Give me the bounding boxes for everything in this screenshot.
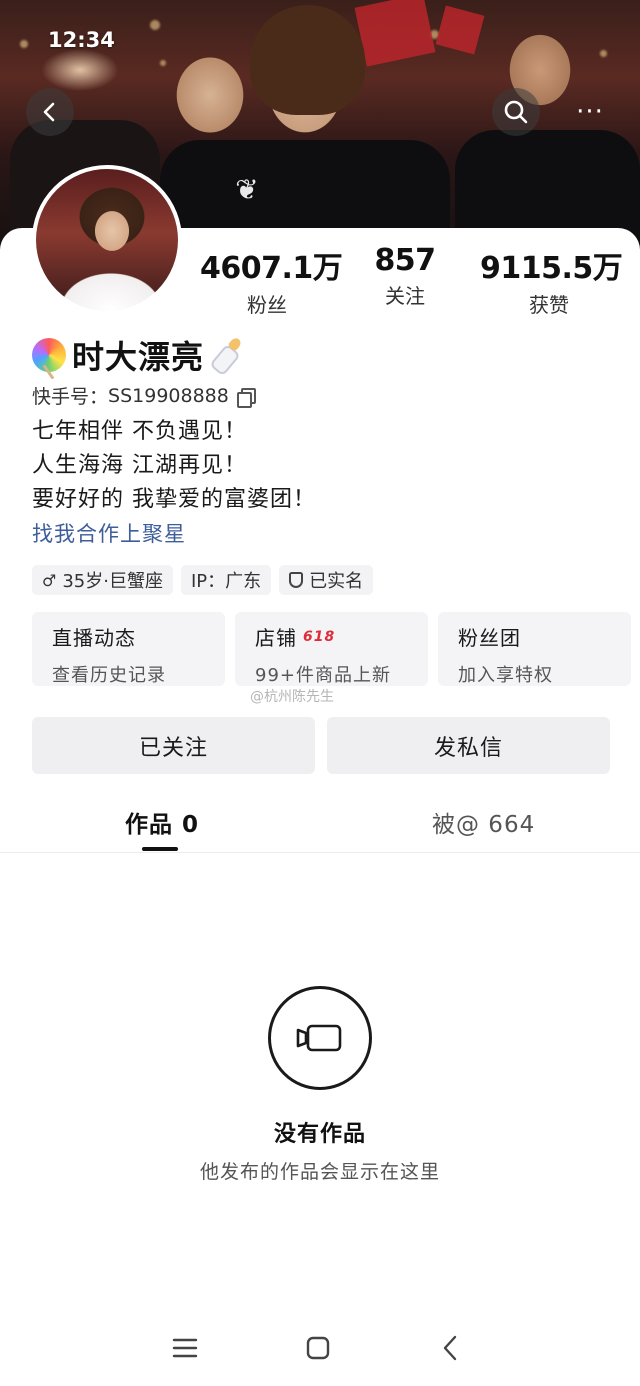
tile-title: 店铺 bbox=[255, 626, 297, 650]
content-tabs: 作品 0 被@ 664 bbox=[0, 795, 640, 853]
butterfly-brooch-icon: ❦ bbox=[235, 173, 259, 206]
tab-mentioned[interactable]: 被@ 664 bbox=[432, 805, 535, 839]
watermark: @杭州陈先生 bbox=[250, 689, 334, 705]
user-id-label: 快手号： bbox=[32, 386, 109, 408]
menu-icon bbox=[172, 1338, 198, 1358]
lollipop-emoji-icon bbox=[32, 338, 66, 372]
stat-following-value: 857 bbox=[374, 243, 436, 278]
bokeh-light bbox=[150, 20, 160, 30]
profile-name-row: 时大漂亮 bbox=[32, 333, 246, 377]
tile-title-row: 店铺 618 bbox=[255, 622, 408, 651]
promo-618-badge: 618 bbox=[303, 628, 336, 645]
stat-fans-label: 粉丝 bbox=[247, 293, 287, 317]
profile-bio: 七年相伴 不负遇见！ 人生海海 江湖再见！ 要好好的 我挚爱的富婆团！ bbox=[32, 415, 316, 517]
stat-likes-value: 9115.5万 bbox=[480, 251, 623, 286]
person-hair bbox=[250, 5, 365, 115]
tile-title: 直播动态 bbox=[52, 626, 136, 650]
more-button[interactable]: ··· bbox=[566, 88, 614, 136]
tag-ip-text: IP：广东 bbox=[190, 571, 262, 592]
bio-line: 七年相伴 不负遇见！ bbox=[32, 419, 247, 444]
bio-line: 人生海海 江湖再见！ bbox=[32, 453, 247, 478]
user-id-value: SS19908888 bbox=[108, 384, 229, 407]
empty-state-icon-circle bbox=[268, 986, 372, 1090]
tile-subtitle: 查看历史记录 bbox=[52, 665, 166, 686]
tab-works[interactable]: 作品 0 bbox=[125, 805, 199, 839]
bokeh-light bbox=[20, 40, 28, 48]
stat-likes-label: 获赞 bbox=[529, 293, 569, 317]
feature-tiles: 直播动态 查看历史记录 店铺 618 99+件商品上新 粉丝团 加入享特权 bbox=[32, 612, 631, 686]
tile-fan-club[interactable]: 粉丝团 加入享特权 bbox=[438, 612, 631, 686]
stat-following-label: 关注 bbox=[385, 284, 425, 308]
profile-tags: ♂ 35岁·巨蟹座 IP：广东 已实名 bbox=[32, 565, 374, 595]
stat-likes[interactable]: 9115.5万 获赞 bbox=[480, 243, 623, 318]
tile-title: 粉丝团 bbox=[458, 626, 521, 650]
business-cooperation-link[interactable]: 找我合作上聚星 bbox=[32, 518, 186, 548]
chevron-left-icon bbox=[43, 102, 55, 122]
tile-live-history[interactable]: 直播动态 查看历史记录 bbox=[32, 612, 225, 686]
stat-fans[interactable]: 4607.1万 粉丝 bbox=[200, 243, 343, 318]
video-camera-icon bbox=[296, 1024, 342, 1052]
nav-back-button[interactable] bbox=[430, 1330, 470, 1366]
tag-verified-text: 已实名 bbox=[309, 571, 364, 592]
user-id-row: 快手号： SS19908888 bbox=[32, 382, 256, 409]
red-flag bbox=[354, 0, 436, 67]
red-flag bbox=[435, 5, 485, 55]
bio-line: 要好好的 我挚爱的富婆团！ bbox=[32, 487, 316, 512]
system-navigation-bar bbox=[0, 1310, 640, 1380]
empty-state-subtitle: 他发布的作品会显示在这里 bbox=[199, 1161, 440, 1183]
tile-subtitle: 加入享特权 bbox=[458, 665, 553, 686]
nav-recent-apps-button[interactable] bbox=[165, 1330, 205, 1366]
stat-fans-value: 4607.1万 bbox=[200, 251, 343, 286]
bokeh-light bbox=[160, 60, 166, 66]
followed-button[interactable]: 已关注 bbox=[32, 717, 315, 774]
avatar[interactable] bbox=[32, 165, 182, 315]
active-tab-indicator bbox=[142, 847, 178, 851]
more-dots-icon: ··· bbox=[576, 97, 604, 127]
stat-following[interactable]: 857 关注 bbox=[360, 243, 450, 309]
profile-stats: 4607.1万 粉丝 857 关注 9115.5万 获赞 bbox=[200, 243, 640, 317]
baby-bottle-emoji-icon bbox=[208, 336, 246, 377]
male-icon: ♂ bbox=[42, 570, 57, 590]
back-button[interactable] bbox=[26, 88, 74, 136]
profile-name: 时大漂亮 bbox=[72, 338, 205, 376]
search-icon bbox=[504, 100, 528, 124]
back-triangle-icon bbox=[443, 1335, 457, 1361]
home-square-icon bbox=[306, 1336, 330, 1360]
send-message-button[interactable]: 发私信 bbox=[327, 717, 610, 774]
tile-subtitle: 99+件商品上新 bbox=[255, 665, 391, 686]
nav-home-button[interactable] bbox=[298, 1330, 338, 1366]
tag-age-sign: ♂ 35岁·巨蟹座 bbox=[32, 565, 173, 595]
copy-icon[interactable] bbox=[236, 387, 256, 408]
tag-ip-location: IP：广东 bbox=[180, 565, 272, 595]
tile-shop[interactable]: 店铺 618 99+件商品上新 bbox=[235, 612, 428, 686]
search-button[interactable] bbox=[492, 88, 540, 136]
bokeh-light bbox=[600, 50, 607, 57]
tag-age-sign-text: 35岁·巨蟹座 bbox=[62, 571, 163, 592]
tag-verified[interactable]: 已实名 bbox=[279, 565, 374, 595]
empty-state-title: 没有作品 bbox=[273, 1122, 366, 1147]
status-bar-time: 12:34 bbox=[48, 28, 115, 52]
profile-actions: 已关注 发私信 bbox=[32, 717, 610, 774]
shield-icon bbox=[289, 572, 304, 588]
